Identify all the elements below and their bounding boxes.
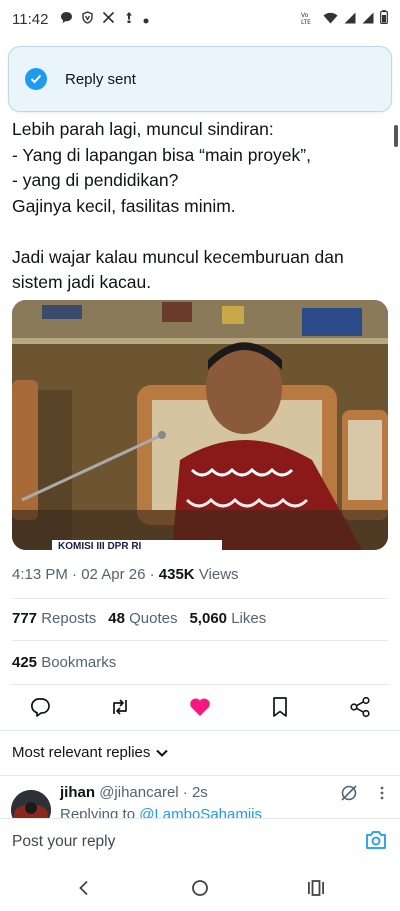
system-navigation-bar — [0, 864, 400, 911]
reply-separator: · — [182, 784, 192, 801]
reply-author-handle[interactable]: @jihancarel — [99, 784, 178, 801]
reply-composer — [0, 818, 400, 864]
tweet-time: 4:13 PM — [12, 566, 68, 583]
like-icon[interactable] — [187, 694, 213, 720]
share-icon[interactable] — [347, 694, 373, 720]
check-circle-icon — [25, 68, 47, 90]
chat-notification-icon — [60, 11, 73, 28]
tweet-text: Lebih parah lagi, muncul sindiran: - Yan… — [12, 119, 344, 292]
upload-icon — [123, 11, 135, 28]
back-icon[interactable] — [72, 876, 96, 900]
repost-icon[interactable] — [107, 694, 133, 720]
signal-2-icon — [362, 11, 374, 28]
likes-label: Likes — [231, 610, 267, 627]
home-icon[interactable] — [188, 876, 212, 900]
reply-author-name[interactable]: jihan — [60, 784, 95, 801]
bookmarks-label: Bookmarks — [41, 654, 117, 671]
wifi-icon — [323, 11, 338, 28]
volte-label: Vo LTE — [301, 11, 317, 27]
toast-text: Reply sent — [65, 70, 136, 88]
bookmarks-count: 425 — [12, 654, 38, 671]
more-options-icon[interactable] — [380, 786, 384, 805]
reply-input[interactable] — [12, 833, 312, 851]
avatar[interactable] — [11, 790, 51, 818]
quotes-stat[interactable]: 48 Quotes — [108, 610, 177, 627]
reply-icon[interactable] — [27, 694, 53, 720]
views-label: Views — [198, 566, 239, 583]
likes-stat[interactable]: 5,060 Likes — [189, 610, 266, 627]
divider — [12, 684, 388, 685]
reposts-stat[interactable]: 777 Reposts — [12, 610, 96, 627]
quotes-count: 48 — [108, 610, 125, 627]
scrollbar[interactable] — [394, 125, 398, 147]
bookmark-icon[interactable] — [267, 694, 293, 720]
replying-to-line: Replying to @LamboSahamjis — [60, 806, 262, 818]
divider — [0, 775, 400, 776]
tweet-date: 02 Apr 26 — [81, 566, 146, 583]
grok-icon[interactable] — [340, 784, 358, 807]
meta-separator: · — [72, 566, 82, 583]
bookmarks-stat[interactable]: 425 Bookmarks — [12, 654, 116, 671]
dot-icon — [143, 11, 149, 28]
reply-header: jihan @jihancarel · 2s — [60, 784, 208, 801]
battery-icon — [380, 10, 388, 28]
status-bar: 11:42 Vo LTE — [0, 0, 400, 38]
reply-time: 2s — [191, 784, 208, 801]
action-bar — [0, 690, 400, 724]
reposts-label: Reposts — [41, 610, 97, 627]
quotes-label: Quotes — [129, 610, 178, 627]
views-count: 435K — [158, 566, 195, 583]
divider — [12, 640, 388, 641]
status-right: Vo LTE — [301, 10, 388, 28]
recents-icon[interactable] — [304, 876, 328, 900]
video-frame-image: KOMISI III DPR RI — [12, 300, 388, 550]
engagement-stats: 777 Reposts 48 Quotes 5,060 Likes — [12, 610, 266, 627]
replying-prefix: Replying to — [60, 806, 136, 818]
reposts-count: 777 — [12, 610, 38, 627]
reply-sent-toast[interactable]: Reply sent — [8, 46, 392, 112]
replies-sort-dropdown[interactable]: Most relevant replies — [12, 744, 169, 761]
x-app-icon — [102, 11, 115, 28]
vpn-shield-icon — [81, 10, 94, 28]
sort-label: Most relevant replies — [12, 744, 151, 761]
tweet-media[interactable]: KOMISI III DPR RI — [12, 300, 388, 550]
svg-text:LTE: LTE — [301, 19, 311, 25]
reply-item[interactable]: jihan @jihancarel · 2s Replying to @Lamb… — [0, 778, 400, 818]
camera-icon[interactable] — [364, 829, 388, 856]
status-time: 11:42 — [12, 10, 49, 28]
signal-icon — [344, 11, 356, 28]
status-left: 11:42 — [12, 11, 149, 28]
meta-separator-2: · — [149, 566, 159, 583]
svg-text:Vo: Vo — [301, 12, 309, 19]
tweet-meta: 4:13 PM · 02 Apr 26 · 435K Views — [12, 566, 239, 583]
replying-to-handle[interactable]: @LamboSahamjis — [139, 806, 262, 818]
divider — [0, 730, 400, 731]
divider — [12, 598, 388, 599]
chevron-down-icon — [156, 744, 169, 761]
likes-count: 5,060 — [189, 610, 228, 627]
media-caption: KOMISI III DPR RI — [58, 541, 142, 550]
